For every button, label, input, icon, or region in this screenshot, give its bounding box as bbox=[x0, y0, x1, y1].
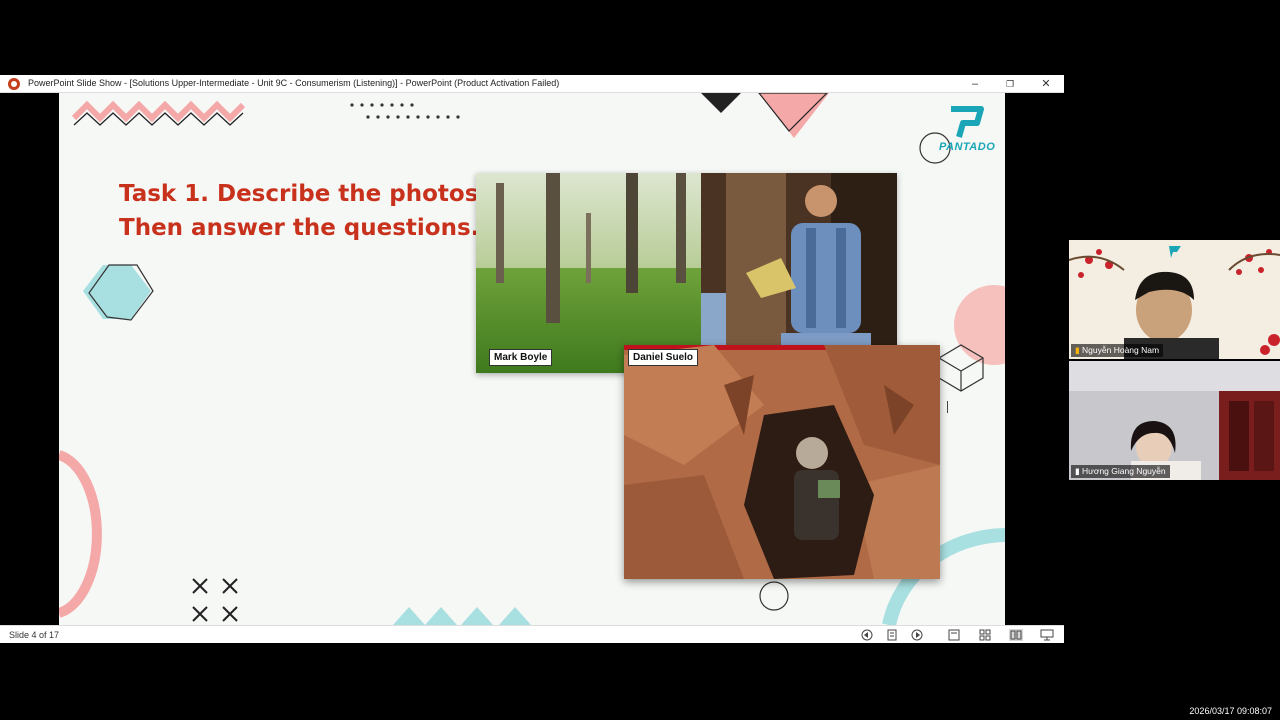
video-tile-participant2[interactable]: ▮ Hương Giang Nguyễn bbox=[1069, 361, 1280, 480]
participant2-name-tag: ▮ Hương Giang Nguyễn bbox=[1071, 465, 1170, 478]
teal-triangles-decoration bbox=[393, 607, 531, 625]
slideshow-icon[interactable] bbox=[1040, 629, 1054, 641]
powerpoint-window: PowerPoint Slide Show - [Solutions Upper… bbox=[0, 75, 1064, 643]
minimize-button[interactable]: – bbox=[960, 76, 990, 92]
pink-circle-decoration bbox=[954, 285, 1005, 365]
photo-daniel-suelo: Daniel Suelo bbox=[624, 345, 940, 579]
slide-sorter-icon[interactable] bbox=[978, 629, 992, 641]
x-marks-decoration bbox=[192, 578, 238, 622]
participant2-video bbox=[1069, 361, 1280, 480]
video-call-panel: ▮ Nguyễn Hoàng Nam ▮ Hương Giang Nguyễn bbox=[1069, 240, 1280, 480]
title-bar: PowerPoint Slide Show - [Solutions Upper… bbox=[0, 75, 1064, 93]
dot-pattern-decoration bbox=[350, 103, 460, 119]
participant1-name: Nguyễn Hoàng Nam bbox=[1082, 345, 1160, 355]
slide-canvas[interactable]: PANTADO Task 1. Describe the photos. The… bbox=[59, 93, 1005, 625]
reading-view-icon[interactable] bbox=[1009, 629, 1023, 641]
notes-icon[interactable] bbox=[885, 629, 899, 641]
zigzag-pink-decoration bbox=[71, 100, 246, 123]
photo-mark-boyle: Mark Boyle bbox=[476, 173, 897, 373]
pantado-logo: PANTADO bbox=[931, 105, 1001, 155]
prev-icon[interactable] bbox=[860, 629, 874, 641]
mic-icon: ▮ bbox=[1075, 466, 1083, 476]
video-tile-participant1[interactable]: ▮ Nguyễn Hoàng Nam bbox=[1069, 240, 1280, 359]
task-title-line1: Task 1. Describe the photos. bbox=[119, 181, 488, 207]
slide-frame: PANTADO Task 1. Describe the photos. The… bbox=[0, 93, 1064, 625]
pantado-p-icon bbox=[951, 106, 984, 138]
restore-button[interactable]: ❐ bbox=[995, 76, 1025, 92]
pink-arc-decoration bbox=[59, 450, 102, 618]
participant1-video bbox=[1069, 240, 1280, 359]
window-title: PowerPoint Slide Show - [Solutions Upper… bbox=[28, 78, 560, 88]
normal-view-icon[interactable] bbox=[947, 629, 961, 641]
participant2-name: Hương Giang Nguyễn bbox=[1082, 466, 1166, 476]
cave-image bbox=[624, 345, 940, 579]
forest-reading-image bbox=[476, 173, 897, 373]
photo2-caption: Daniel Suelo bbox=[628, 349, 699, 366]
next-icon[interactable] bbox=[910, 629, 924, 641]
circle-outline-decoration bbox=[759, 581, 789, 611]
close-button[interactable]: ✕ bbox=[1031, 76, 1061, 92]
logo-text: PANTADO bbox=[939, 141, 996, 153]
triangle-dark-decoration bbox=[701, 93, 741, 113]
clock: 2026/03/17 09:08:07 bbox=[1189, 706, 1272, 716]
task-title: Task 1. Describe the photos. Then answer… bbox=[119, 177, 488, 245]
text-cursor-icon bbox=[947, 401, 953, 413]
participant1-name-tag: ▮ Nguyễn Hoàng Nam bbox=[1071, 344, 1164, 357]
desktop-screen: PowerPoint Slide Show - [Solutions Upper… bbox=[0, 0, 1280, 720]
slide-indicator: Slide 4 of 17 bbox=[9, 630, 60, 640]
task-title-line2: Then answer the questions. bbox=[119, 215, 480, 241]
photo1-caption: Mark Boyle bbox=[489, 349, 553, 366]
hexagon-teal-decoration bbox=[83, 265, 151, 319]
status-bar: Slide 4 of 17 bbox=[0, 625, 1064, 643]
triangle-pink-decoration bbox=[759, 93, 829, 138]
mic-icon: ▮ bbox=[1075, 345, 1083, 355]
powerpoint-app-icon bbox=[8, 78, 20, 90]
